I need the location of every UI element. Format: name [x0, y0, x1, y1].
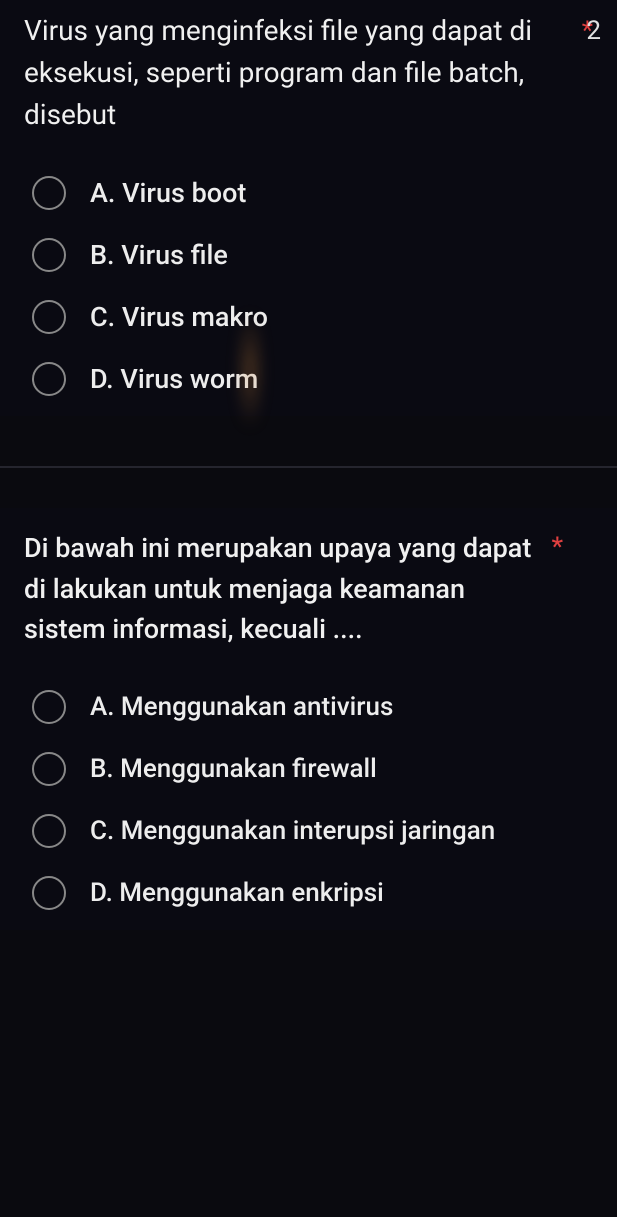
radio-icon — [32, 876, 66, 910]
option-label: C. Menggunakan interupsi jaringan — [90, 816, 495, 846]
question-text-2: Di bawah ini merupakan upaya yang dapat … — [24, 528, 593, 650]
radio-icon — [32, 362, 66, 396]
option-2a[interactable]: A. Menggunakan antivirus — [32, 690, 593, 724]
radio-icon — [32, 300, 66, 334]
option-1b[interactable]: B. Virus file — [32, 238, 593, 272]
option-2d[interactable]: D. Menggunakan enkripsi — [32, 876, 593, 910]
radio-icon — [32, 238, 66, 272]
card-divider — [0, 466, 617, 468]
option-2c[interactable]: C. Menggunakan interupsi jaringan — [32, 814, 593, 848]
required-asterisk: * — [551, 528, 563, 567]
radio-icon — [32, 690, 66, 724]
option-label: A. Menggunakan antivirus — [90, 692, 393, 722]
option-label: D. Menggunakan enkripsi — [90, 878, 384, 908]
radio-icon — [32, 176, 66, 210]
option-label: A. Virus boot — [90, 177, 246, 209]
options-group-1: A. Virus boot B. Virus file C. Virus mak… — [24, 176, 593, 396]
question-text-1: Virus yang menginfeksi file yang dapat d… — [24, 10, 593, 136]
radio-icon — [32, 814, 66, 848]
options-group-2: A. Menggunakan antivirus B. Menggunakan … — [24, 690, 593, 910]
radio-icon — [32, 752, 66, 786]
option-label: C. Virus makro — [90, 301, 268, 333]
question-card-2: Di bawah ini merupakan upaya yang dapat … — [0, 508, 617, 930]
option-label: D. Virus worm — [90, 363, 258, 395]
question-card-1: Virus yang menginfeksi file yang dapat d… — [0, 0, 617, 416]
option-2b[interactable]: B. Menggunakan firewall — [32, 752, 593, 786]
question-2-text: Di bawah ini merupakan upaya yang dapat … — [24, 528, 539, 650]
option-1c[interactable]: C. Virus makro — [32, 300, 593, 334]
option-label: B. Virus file — [90, 239, 228, 271]
option-1d[interactable]: D. Virus worm — [32, 362, 593, 396]
option-1a[interactable]: A. Virus boot — [32, 176, 593, 210]
question-1-text: Virus yang menginfeksi file yang dapat d… — [24, 14, 532, 131]
option-label: B. Menggunakan firewall — [90, 754, 377, 784]
question-points: 2 — [586, 12, 601, 51]
